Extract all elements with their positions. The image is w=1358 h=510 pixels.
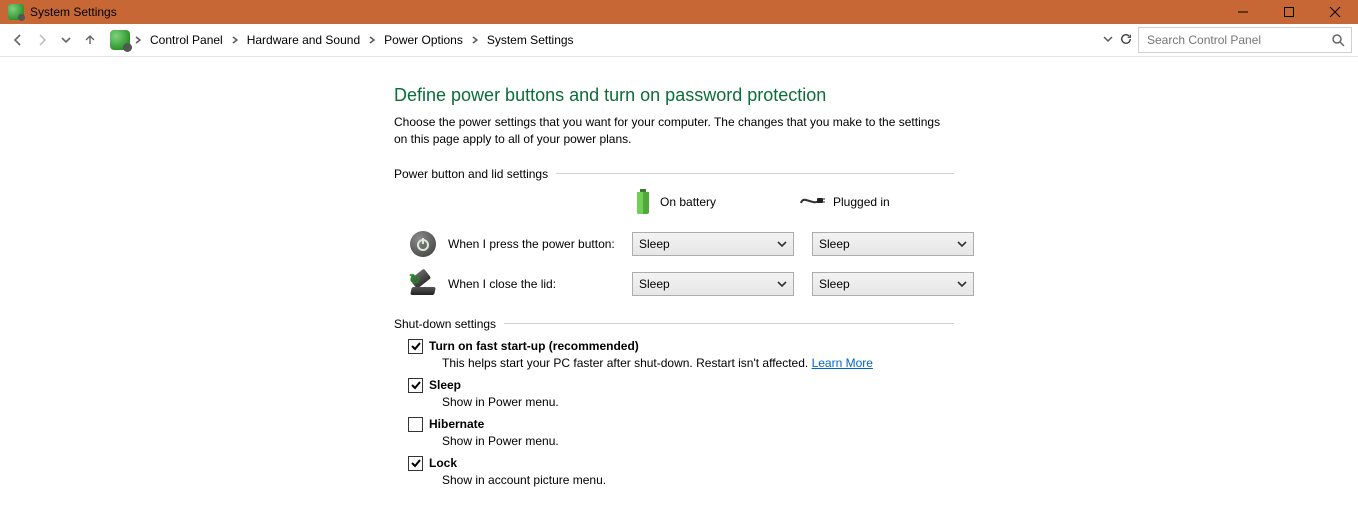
checkbox-hibernate[interactable] xyxy=(408,417,423,432)
checkbox-sleep[interactable] xyxy=(408,378,423,393)
hibernate-desc: Show in Power menu. xyxy=(442,434,1354,448)
chevron-right-icon[interactable] xyxy=(471,33,479,47)
breadcrumb: Control Panel Hardware and Sound Power O… xyxy=(146,31,578,49)
col-on-battery-label: On battery xyxy=(660,195,716,209)
title-bar: System Settings xyxy=(0,0,1358,24)
chevron-down-icon xyxy=(777,239,787,249)
fast-startup-desc: This helps start your PC faster after sh… xyxy=(442,356,1354,370)
chevron-down-icon xyxy=(957,279,967,289)
checkbox-fast-startup[interactable] xyxy=(408,339,423,354)
sleep-desc: Show in Power menu. xyxy=(442,395,1354,409)
search-box[interactable] xyxy=(1138,27,1352,53)
back-button[interactable] xyxy=(6,28,30,52)
select-lid-battery[interactable]: Sleep xyxy=(632,272,794,296)
row-power-button-label: When I press the power button: xyxy=(448,237,632,251)
battery-icon xyxy=(634,189,652,215)
checkbox-hibernate-label: Hibernate xyxy=(429,417,484,431)
close-button[interactable] xyxy=(1312,0,1358,24)
power-columns-header: On battery Plugged in xyxy=(634,189,1354,215)
checkbox-lock-label: Lock xyxy=(429,456,457,470)
chevron-right-icon[interactable] xyxy=(134,33,142,47)
app-icon xyxy=(8,4,24,20)
nav-bar: Control Panel Hardware and Sound Power O… xyxy=(0,24,1358,57)
col-plugged-in: Plugged in xyxy=(799,195,964,209)
group-label: Shut-down settings xyxy=(394,317,496,331)
lock-desc: Show in account picture menu. xyxy=(442,473,1354,487)
select-power-button-plugged[interactable]: Sleep xyxy=(812,232,974,256)
chevron-right-icon[interactable] xyxy=(231,33,239,47)
row-power-button: When I press the power button: Sleep Sle… xyxy=(408,229,1354,259)
checkbox-sleep-label: Sleep xyxy=(429,378,461,392)
forward-button[interactable] xyxy=(30,28,54,52)
group-power-button-lid: Power button and lid settings xyxy=(394,167,954,181)
row-close-lid-label: When I close the lid: xyxy=(448,277,632,291)
chevron-down-icon xyxy=(957,239,967,249)
up-button[interactable] xyxy=(78,28,102,52)
chevron-right-icon[interactable] xyxy=(368,33,376,47)
checkbox-sleep-row: Sleep xyxy=(408,378,1354,393)
lid-icon: ↻ xyxy=(408,269,438,299)
page-title: Define power buttons and turn on passwor… xyxy=(394,85,1354,106)
plug-icon xyxy=(799,195,825,209)
checkbox-hibernate-row: Hibernate xyxy=(408,417,1354,432)
col-plugged-in-label: Plugged in xyxy=(833,195,890,209)
row-close-lid: ↻ When I close the lid: Sleep Sleep xyxy=(408,269,1354,299)
col-on-battery: On battery xyxy=(634,189,799,215)
checkbox-fast-startup-row: Turn on fast start-up (recommended) xyxy=(408,339,1354,354)
group-label: Power button and lid settings xyxy=(394,167,548,181)
crumb-system-settings[interactable]: System Settings xyxy=(483,31,578,49)
minimize-button[interactable] xyxy=(1220,0,1266,24)
page-description: Choose the power settings that you want … xyxy=(394,114,954,149)
crumb-hardware-and-sound[interactable]: Hardware and Sound xyxy=(243,31,364,49)
select-lid-plugged[interactable]: Sleep xyxy=(812,272,974,296)
checkbox-fast-startup-label: Turn on fast start-up (recommended) xyxy=(429,339,639,353)
learn-more-link[interactable]: Learn More xyxy=(812,356,873,370)
group-shut-down: Shut-down settings xyxy=(394,317,954,331)
maximize-button[interactable] xyxy=(1266,0,1312,24)
window-title: System Settings xyxy=(30,5,117,19)
chevron-down-icon xyxy=(777,279,787,289)
crumb-control-panel[interactable]: Control Panel xyxy=(146,31,227,49)
power-button-icon xyxy=(408,229,438,259)
checkbox-lock[interactable] xyxy=(408,456,423,471)
checkbox-lock-row: Lock xyxy=(408,456,1354,471)
crumb-power-options[interactable]: Power Options xyxy=(380,31,467,49)
search-input[interactable] xyxy=(1145,32,1331,48)
search-icon xyxy=(1331,33,1345,47)
main-content: Define power buttons and turn on passwor… xyxy=(394,57,1354,487)
address-dropdown-button[interactable] xyxy=(1102,33,1114,48)
refresh-button[interactable] xyxy=(1120,33,1132,48)
select-power-button-battery[interactable]: Sleep xyxy=(632,232,794,256)
control-panel-icon[interactable] xyxy=(110,30,130,50)
recent-locations-button[interactable] xyxy=(54,28,78,52)
